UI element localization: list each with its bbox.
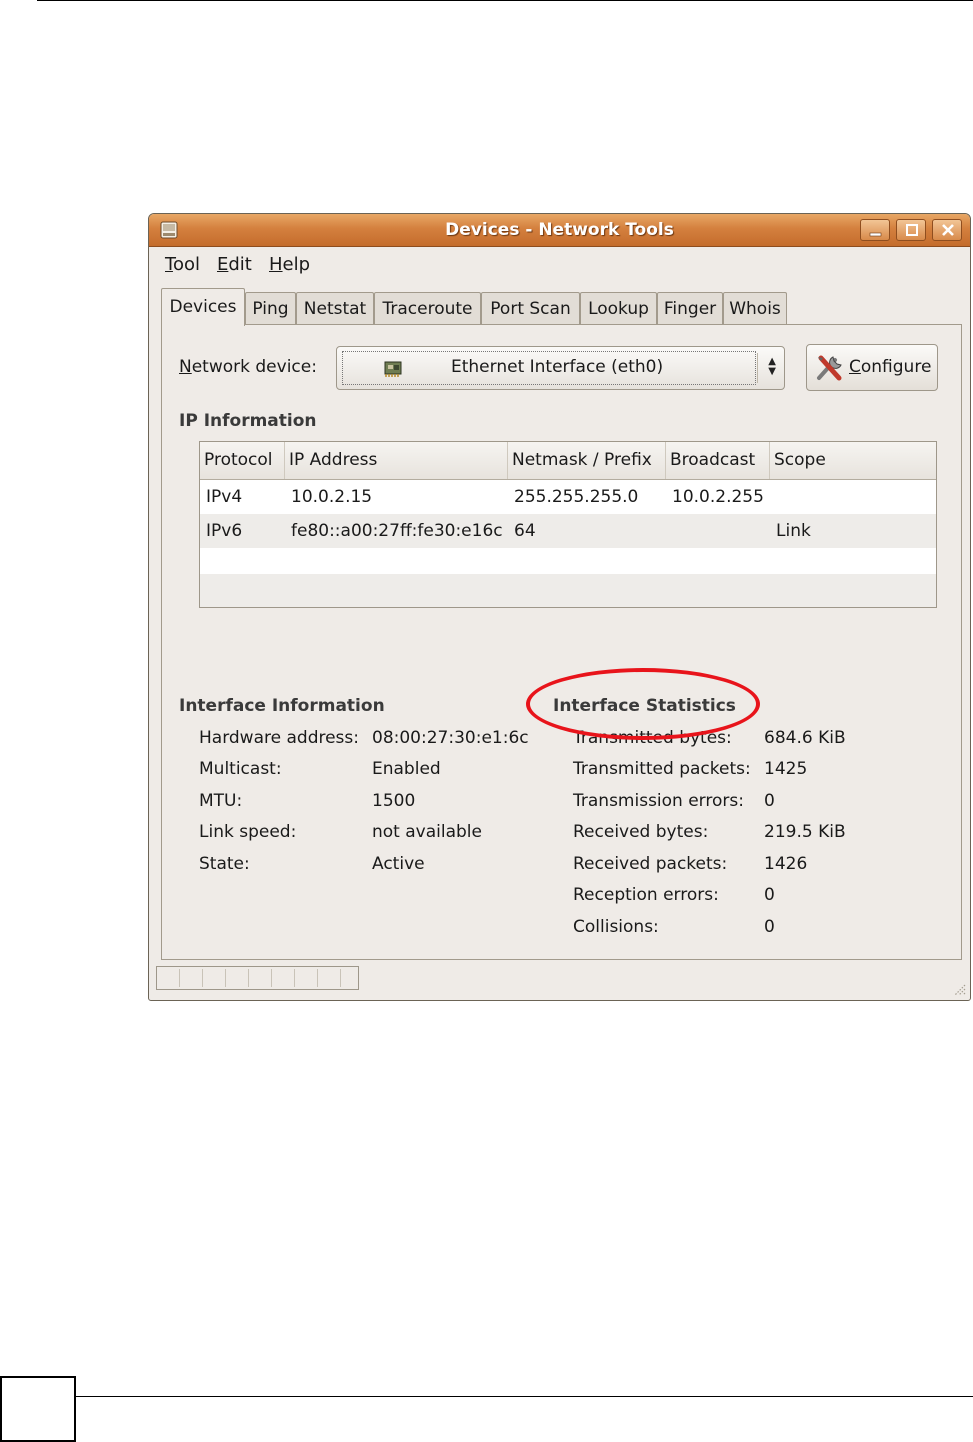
- transmission-errors-label: Transmission errors:: [573, 791, 744, 811]
- table-row[interactable]: IPv6 fe80::a00:27ff:fe30:e16c 64 Link: [200, 514, 936, 548]
- state-label: State:: [199, 854, 250, 874]
- column-broadcast[interactable]: Broadcast: [666, 442, 770, 479]
- received-bytes-value: 219.5 KiB: [764, 822, 846, 842]
- cell-netmask: 255.255.255.0: [514, 487, 639, 507]
- table-row[interactable]: IPv4 10.0.2.15 255.255.255.0 10.0.2.255: [200, 480, 936, 514]
- cell-ip-address: fe80::a00:27ff:fe30:e16c: [291, 521, 503, 541]
- link-speed-label: Link speed:: [199, 822, 297, 842]
- table-header: Protocol IP Address Netmask / Prefix Bro…: [200, 442, 936, 480]
- minimize-button[interactable]: [860, 219, 890, 241]
- tab-whois[interactable]: Whois: [723, 292, 787, 324]
- transmitted-packets-value: 1425: [764, 759, 808, 779]
- page-number-box: [0, 1376, 76, 1442]
- minimize-icon: [869, 232, 882, 237]
- column-protocol[interactable]: Protocol: [200, 442, 285, 479]
- mtu-label: MTU:: [199, 791, 243, 811]
- transmitted-packets-label: Transmitted packets:: [573, 759, 751, 779]
- ip-information-table[interactable]: Protocol IP Address Netmask / Prefix Bro…: [199, 441, 937, 608]
- received-packets-value: 1426: [764, 854, 808, 874]
- cell-protocol: IPv6: [206, 521, 243, 541]
- transmitted-bytes-value: 684.6 KiB: [764, 728, 846, 748]
- configure-button[interactable]: Configure: [806, 344, 938, 391]
- cell-broadcast: 10.0.2.255: [672, 487, 764, 507]
- resize-grip-icon[interactable]: [952, 982, 966, 996]
- tab-ping[interactable]: Ping: [245, 292, 296, 324]
- column-scope[interactable]: Scope: [770, 442, 936, 479]
- received-bytes-label: Received bytes:: [573, 822, 709, 842]
- tools-icon: [817, 355, 842, 381]
- page-top-rule: [37, 0, 973, 1]
- configure-label: Configure: [849, 357, 932, 377]
- cell-scope: Link: [776, 521, 811, 541]
- network-device-value: Ethernet Interface (eth0): [451, 357, 664, 377]
- interface-information-heading: Interface Information: [179, 696, 385, 716]
- collisions-label: Collisions:: [573, 917, 659, 937]
- cell-ip-address: 10.0.2.15: [291, 487, 373, 507]
- tab-lookup[interactable]: Lookup: [580, 292, 657, 324]
- hardware-address-value: 08:00:27:30:e1:6c: [372, 728, 529, 748]
- received-packets-label: Received packets:: [573, 854, 728, 874]
- combo-separator: [757, 353, 758, 383]
- maximize-icon: [906, 224, 918, 236]
- network-tools-window: Devices - Network Tools Tool Edit Help D…: [148, 213, 971, 1001]
- ip-information-heading: IP Information: [179, 411, 317, 431]
- hardware-address-label: Hardware address:: [199, 728, 359, 748]
- close-icon: [942, 224, 954, 236]
- link-speed-value: not available: [372, 822, 482, 842]
- column-ip-address[interactable]: IP Address: [285, 442, 508, 479]
- network-device-label: Network device:: [179, 357, 317, 377]
- table-row-empty: [200, 548, 936, 574]
- network-card-icon: [384, 361, 402, 377]
- menu-bar: Tool Edit Help: [149, 246, 970, 280]
- tab-port-scan[interactable]: Port Scan: [481, 292, 580, 324]
- cell-protocol: IPv4: [206, 487, 243, 507]
- column-netmask[interactable]: Netmask / Prefix: [508, 442, 666, 479]
- state-value: Active: [372, 854, 425, 874]
- updown-arrows-icon: ▲ ▼: [768, 356, 776, 377]
- transmission-errors-value: 0: [764, 791, 775, 811]
- reception-errors-value: 0: [764, 885, 775, 905]
- status-bar: [156, 966, 359, 990]
- title-bar[interactable]: Devices - Network Tools: [149, 214, 970, 247]
- maximize-button[interactable]: [896, 219, 926, 241]
- close-button[interactable]: [932, 219, 962, 241]
- annotation-highlight-circle: [526, 668, 760, 740]
- cell-netmask: 64: [514, 521, 536, 541]
- network-device-select[interactable]: Ethernet Interface (eth0) ▲ ▼: [336, 346, 785, 390]
- window-title: Devices - Network Tools: [445, 220, 674, 240]
- table-row-empty: [200, 574, 936, 607]
- menu-help[interactable]: Help: [269, 254, 310, 275]
- menu-edit[interactable]: Edit: [217, 254, 252, 275]
- menu-tool[interactable]: Tool: [165, 254, 200, 275]
- mtu-value: 1500: [372, 791, 416, 811]
- page-bottom-rule: [75, 1396, 973, 1397]
- reception-errors-label: Reception errors:: [573, 885, 719, 905]
- tab-traceroute[interactable]: Traceroute: [374, 292, 481, 324]
- collisions-value: 0: [764, 917, 775, 937]
- multicast-label: Multicast:: [199, 759, 282, 779]
- multicast-value: Enabled: [372, 759, 441, 779]
- tab-netstat[interactable]: Netstat: [296, 292, 374, 324]
- tab-devices[interactable]: Devices: [161, 288, 245, 326]
- tab-finger[interactable]: Finger: [657, 292, 723, 324]
